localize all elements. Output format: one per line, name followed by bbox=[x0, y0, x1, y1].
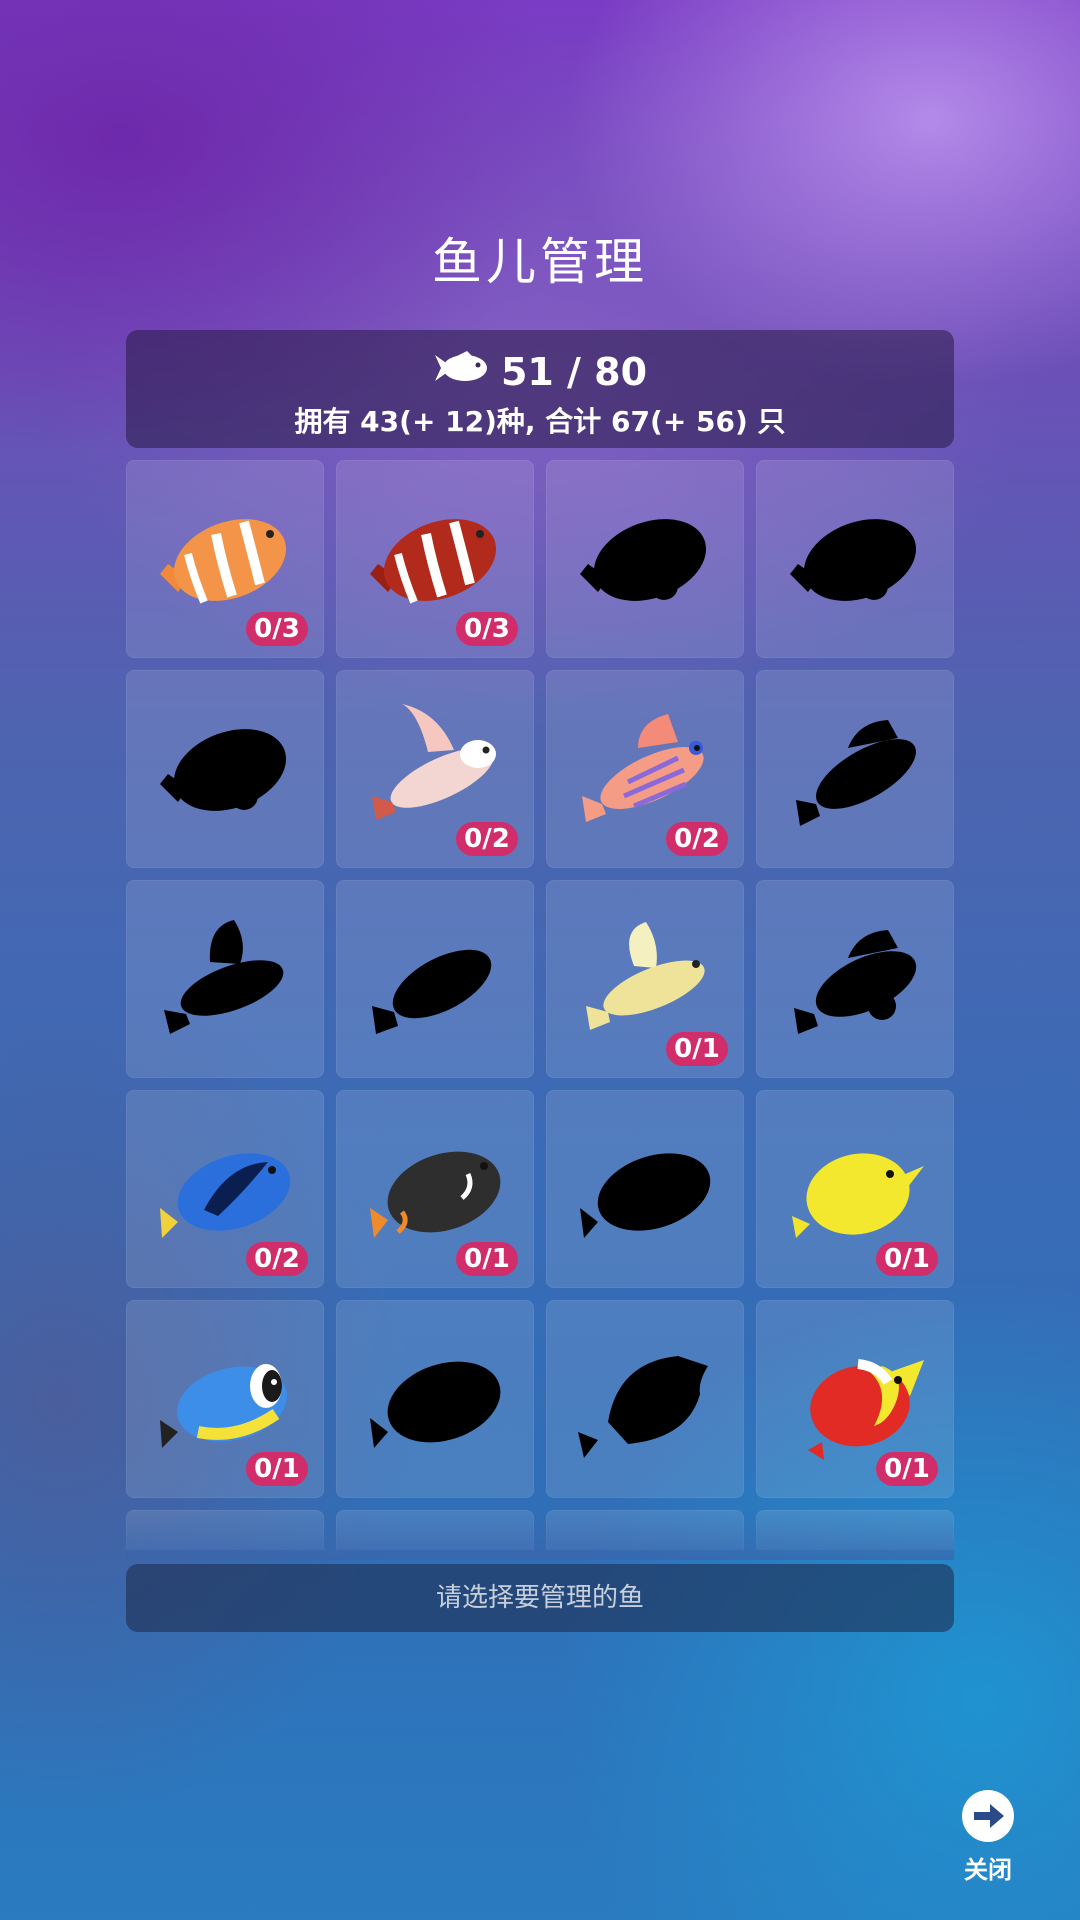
locked-fish-silhouette-icon bbox=[160, 729, 287, 811]
collection-summary: 拥有 43(+ 12)种, 合计 67(+ 56) 只 bbox=[294, 405, 786, 438]
capacity-count: 51 / 80 bbox=[500, 350, 648, 394]
arrow-right-icon bbox=[962, 1790, 1014, 1842]
locked-fish-silhouette-icon bbox=[790, 519, 917, 601]
count-badge: 0/1 bbox=[876, 1242, 938, 1276]
count-badge: 0/3 bbox=[456, 612, 518, 646]
fish-card[interactable]: 0/1 bbox=[336, 1090, 534, 1288]
count-badge: 0/2 bbox=[666, 822, 728, 856]
page-title: 鱼儿管理 bbox=[432, 233, 648, 291]
count-badge: 0/1 bbox=[456, 1242, 518, 1276]
count-badge: 0/1 bbox=[876, 1452, 938, 1486]
fish-card-locked[interactable] bbox=[126, 670, 324, 868]
fish-card-locked[interactable] bbox=[126, 880, 324, 1078]
fish-card[interactable]: 0/2 bbox=[546, 670, 744, 868]
fish-card-locked[interactable] bbox=[336, 880, 534, 1078]
fish-card-locked[interactable] bbox=[546, 1090, 744, 1288]
locked-fish-silhouette-icon bbox=[578, 1356, 708, 1458]
count-badge: 0/1 bbox=[246, 1452, 308, 1486]
fish-card[interactable]: 0/3 bbox=[126, 460, 324, 658]
fish-card[interactable]: 0/3 bbox=[336, 460, 534, 658]
locked-fish-silhouette-icon bbox=[372, 949, 492, 1034]
fish-card[interactable]: 0/2 bbox=[126, 1090, 324, 1288]
fish-card-locked[interactable] bbox=[756, 880, 954, 1078]
fish-card-locked[interactable] bbox=[336, 1300, 534, 1498]
fish-card[interactable]: 0/1 bbox=[756, 1300, 954, 1498]
fish-card[interactable]: 0/1 bbox=[756, 1090, 954, 1288]
fish-card-locked[interactable] bbox=[756, 460, 954, 658]
aquarium-stats-panel: 51 / 80 拥有 43(+ 12)种, 合计 67(+ 56) 只 bbox=[126, 330, 954, 448]
fish-card[interactable]: 0/1 bbox=[126, 1300, 324, 1498]
locked-fish-silhouette-icon bbox=[794, 930, 917, 1034]
count-badge: 0/2 bbox=[456, 822, 518, 856]
locked-fish-silhouette-icon bbox=[370, 1361, 501, 1448]
fish-card-locked[interactable] bbox=[546, 460, 744, 658]
fish-grid: 0/3 0/3 0/2 0/2 0/1 0/2 0/1 0/1 0/1 0/1 bbox=[126, 460, 954, 1550]
count-badge: 0/2 bbox=[246, 1242, 308, 1276]
count-badge: 0/3 bbox=[246, 612, 308, 646]
fish-card-locked[interactable] bbox=[756, 670, 954, 868]
locked-fish-silhouette-icon bbox=[580, 519, 707, 601]
count-badge: 0/1 bbox=[666, 1032, 728, 1066]
grid-scroll-fade bbox=[126, 1510, 954, 1560]
fish-card[interactable]: 0/2 bbox=[336, 670, 534, 868]
locked-fish-silhouette-icon bbox=[164, 920, 284, 1034]
fish-icon bbox=[433, 350, 489, 394]
fish-card-locked[interactable] bbox=[546, 1300, 744, 1498]
close-label: 关闭 bbox=[964, 1856, 1012, 1884]
locked-fish-silhouette-icon bbox=[796, 720, 916, 826]
close-button[interactable]: 关闭 bbox=[956, 1790, 1020, 1884]
fish-card[interactable]: 0/1 bbox=[546, 880, 744, 1078]
manage-fish-hint: 请选择要管理的鱼 bbox=[126, 1564, 954, 1632]
locked-fish-silhouette-icon bbox=[580, 1153, 711, 1238]
